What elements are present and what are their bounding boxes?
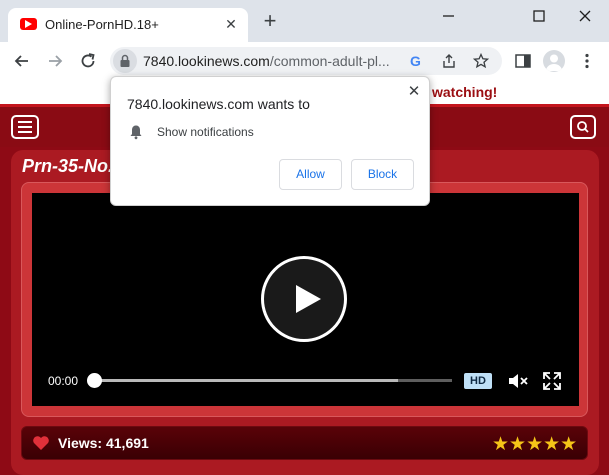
video-player[interactable]: 00:00 HD [32,193,579,406]
lock-icon[interactable] [113,49,137,73]
heart-icon[interactable] [32,435,50,451]
svg-text:G: G [410,53,421,69]
tab-title: Online-PornHD.18+ [45,17,159,32]
bell-icon [129,124,143,140]
search-icon[interactable] [570,115,596,139]
permission-heading: 7840.lookinews.com wants to [127,96,310,112]
google-lens-icon[interactable]: G [409,53,425,69]
url-text: 7840.lookinews.com/common-adult-pl... [143,53,390,69]
youtube-icon [20,18,37,30]
side-panel-icon[interactable] [514,52,532,70]
tab-close-icon[interactable]: ✕ [222,15,240,33]
banner-text: watching! [432,84,498,100]
hamburger-menu-icon[interactable] [11,115,39,139]
fullscreen-icon[interactable] [542,371,562,391]
stats-bar: Views: 41,691 ★★★★★ [21,426,588,460]
bookmark-star-icon[interactable] [472,52,490,69]
video-title: Prn-35-No. [22,156,114,176]
play-button[interactable] [261,256,347,342]
minimize-icon[interactable] [439,8,459,24]
block-button[interactable]: Block [351,159,414,190]
rating-stars[interactable]: ★★★★★ [492,433,577,456]
share-icon[interactable] [441,53,457,69]
close-window-icon[interactable] [575,8,595,24]
address-bar[interactable]: 7840.lookinews.com/common-adult-pl... G [110,47,502,75]
tab-strip: Online-PornHD.18+ ✕ + [0,0,609,42]
allow-button[interactable]: Allow [279,159,342,190]
hd-quality-badge[interactable]: HD [464,373,492,389]
popup-close-icon[interactable]: ✕ [405,83,423,101]
new-tab-button[interactable]: + [259,10,281,33]
maximize-icon[interactable] [529,8,549,24]
reload-icon[interactable] [78,51,98,71]
forward-icon[interactable] [45,51,65,71]
permission-text: Show notifications [157,125,254,139]
seek-handle[interactable] [87,373,102,388]
current-time: 00:00 [48,374,79,388]
views-count: Views: 41,691 [58,435,149,451]
back-icon[interactable] [12,51,32,71]
browser-toolbar: 7840.lookinews.com/common-adult-pl... G [0,42,609,80]
buffered-bar [94,379,398,382]
browser-tab[interactable]: Online-PornHD.18+ ✕ [8,8,248,42]
seek-bar[interactable] [94,379,452,382]
profile-avatar-icon[interactable] [543,50,565,72]
more-menu-icon[interactable] [578,52,596,70]
notification-permission-popup: 7840.lookinews.com wants to ✕ Show notif… [110,76,430,206]
video-frame: 00:00 HD [21,182,588,417]
mute-icon[interactable] [507,372,529,390]
